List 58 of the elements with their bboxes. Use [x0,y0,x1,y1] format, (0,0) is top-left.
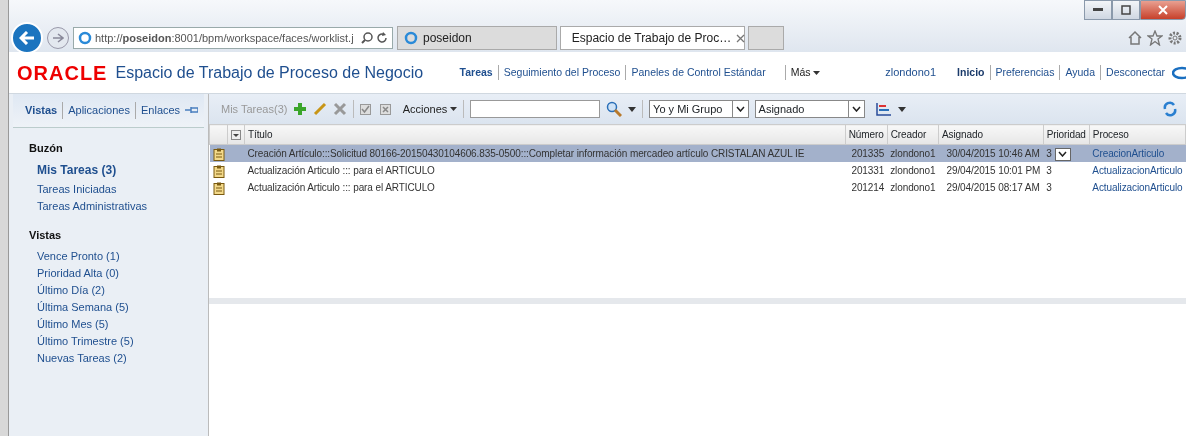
section-heading: Vistas [28,228,63,243]
logo: ORACLE [17,60,108,86]
sidebar-item[interactable]: Tareas Administrativas [9,198,208,215]
table-cell: 201214 [851,182,885,193]
column-header[interactable]: Creador [887,124,939,145]
table-cell: 29/04/2015 10:01 PM [946,165,1041,176]
browser-tab[interactable]: poseidon [397,26,557,50]
sidebar-item[interactable]: Nuevas Tareas (2) [9,349,208,367]
table-row[interactable]: Actualización Articulo ::: para el ARTICULO 201331 zlondono1 29/04/2015 10:01 PM 3 ActualizacionArticulo [209,162,1186,179]
table-cell: 30/04/2015 10:46 AM [946,148,1040,159]
header-link[interactable]: Inicio [952,64,990,81]
sidebar-item[interactable]: Vence Pronto (1) [9,247,208,265]
filter-dropdown[interactable]: Yo y Mi Grupo [649,100,750,118]
section-heading: Buzón [28,140,64,156]
nav-link[interactable]: Paneles de Control Estándar [625,64,771,81]
browser-tab[interactable]: Espacio de Trabajo de Proc… [559,26,745,50]
sidebar-item[interactable]: Último Día (2) [9,281,208,299]
header-link[interactable]: Ayuda [1059,64,1101,81]
username: zlondono1 [885,65,937,81]
nav-link[interactable]: Tareas [454,64,498,81]
address-bar[interactable]: http://poseidon:8001/bpm/workspace/faces/worklist.j [73,27,393,49]
actions-menu[interactable]: Acciones [402,100,458,118]
table-cell: zlondono1 [890,148,936,159]
table-cell: 201331 [851,165,885,176]
table-cell: Creación Artículo:::Solicitud 80166-20150430104606.835-0500:::Completar información mercadeo artículo CRISTALAN AZUL IE [247,148,805,159]
sidebar-tab[interactable]: Vistas [25,102,63,119]
table-cell: zlondono1 [890,182,936,193]
url-text: http://poseidon:8001/bpm/workspace/faces/worklist.j [95,30,354,46]
column-header[interactable]: Número [845,124,888,145]
table-cell[interactable]: ActualizacionArticulo [1092,165,1183,176]
sidebar-item[interactable]: Último Trimestre (5) [9,332,208,350]
more-menu[interactable]: Más [784,64,826,81]
column-header[interactable]: Título [244,124,846,145]
sidebar-item[interactable]: Tareas Iniciadas [9,181,208,198]
filter-dropdown[interactable]: Asignado [754,100,865,118]
column-header[interactable]: Asignado [938,124,1044,145]
table-cell: zlondono1 [890,165,936,176]
table-cell: 29/04/2015 08:17 AM [946,182,1040,193]
header-link[interactable]: Desconectar [1100,64,1170,81]
table-cell: Actualización Articulo ::: para el ARTICULO [247,165,435,176]
column-header[interactable]: Prioridad [1043,124,1090,145]
sidebar-item[interactable]: Mis Tareas (3) [9,160,208,181]
sidebar-tab[interactable]: Aplicaciones [62,102,135,119]
table-cell[interactable]: ActualizacionArticulo [1092,182,1183,193]
table-row[interactable]: Actualización Articulo ::: para el ARTICULO 201214 zlondono1 29/04/2015 08:17 AM 3 ActualizacionArticulo [209,179,1186,196]
sidebar-item[interactable]: Prioridad Alta (0) [9,264,208,282]
table-cell: 3 [1046,148,1052,159]
sidebar-item[interactable]: Última Semana (5) [9,298,208,316]
header-link[interactable]: Preferencias [989,64,1060,81]
app-title: Espacio de Trabajo de Proceso de Negocio [115,62,424,83]
column-header[interactable]: Proceso [1089,124,1186,145]
sidebar-tab[interactable]: Enlaces [135,102,186,119]
table-cell: 3 [1046,182,1052,193]
nav-link[interactable]: Seguimiento del Proceso [497,64,626,81]
table-cell: Actualización Articulo ::: para el ARTICULO [247,182,435,193]
table-cell: 201335 [851,148,885,159]
table-cell: 3 [1046,165,1052,176]
sidebar-item[interactable]: Último Mes (5) [9,315,208,333]
